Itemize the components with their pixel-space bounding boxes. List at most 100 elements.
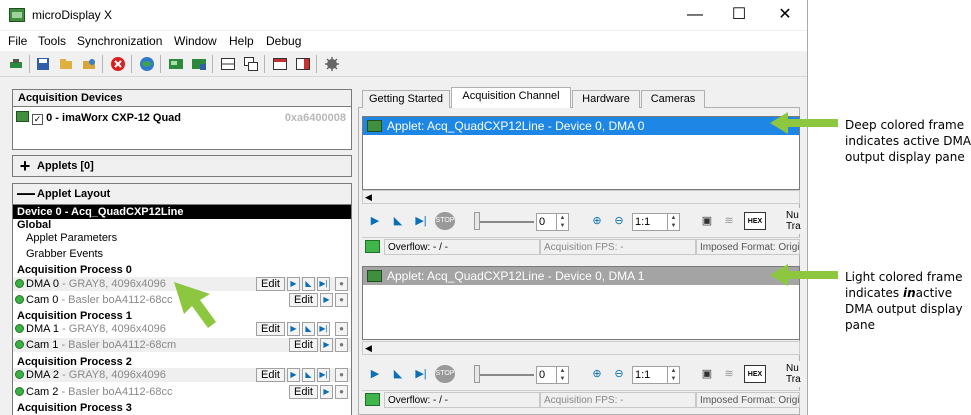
- layout-split-icon[interactable]: [218, 54, 237, 73]
- zoom-in-icon[interactable]: ⊕: [588, 365, 606, 383]
- tab-getting-started[interactable]: Getting Started: [362, 90, 450, 108]
- scroll-left-icon[interactable]: ◀: [365, 343, 372, 354]
- dma-2-stop-icon[interactable]: ●: [335, 368, 348, 382]
- dma-0-stop-icon[interactable]: ●: [335, 277, 348, 291]
- cam-0-play-icon[interactable]: ▶: [320, 293, 333, 307]
- dma-1-edit-button[interactable]: Edit: [256, 322, 285, 336]
- load-folder-icon[interactable]: [79, 54, 98, 73]
- collapse-minus-icon[interactable]: —: [17, 184, 35, 202]
- menu-tools[interactable]: Tools: [38, 34, 66, 48]
- dma-2-step-icon[interactable]: ◣: [302, 368, 315, 382]
- cam-2-play-icon[interactable]: ▶: [320, 385, 333, 399]
- menu-debug[interactable]: Debug: [266, 34, 301, 48]
- dma-0-next-frame-button[interactable]: ▶|: [412, 212, 430, 230]
- window-tile-icon[interactable]: [293, 54, 312, 73]
- dma-0-zoom-spinner[interactable]: 1:1 ▲ ▼: [632, 213, 680, 231]
- maximize-button[interactable]: ☐: [716, 0, 762, 30]
- tab-acquisition-channel[interactable]: Acquisition Channel: [451, 87, 571, 108]
- menu-help[interactable]: Help: [229, 34, 254, 48]
- dma-0-display-pane[interactable]: Applet: Acq_QuadCXP12Line - Device 0, DM…: [362, 116, 800, 190]
- dma-2-row[interactable]: DMA 2 - GRAY8, 4096x4096: [13, 368, 351, 382]
- dma-1-frame-spinner[interactable]: 0 ▲ ▼: [536, 366, 569, 384]
- debug-gear-icon[interactable]: [322, 54, 341, 73]
- dma-1-stop-button[interactable]: STOP: [435, 365, 455, 383]
- menu-file[interactable]: File: [8, 34, 27, 48]
- cam-2-stop-icon[interactable]: ●: [335, 385, 348, 399]
- layers-icon[interactable]: ≋: [720, 365, 738, 383]
- cam-2-edit-button[interactable]: Edit: [289, 385, 318, 399]
- zoom-out-icon[interactable]: ⊖: [610, 365, 628, 383]
- applet-layout-header[interactable]: — Applet Layout: [12, 183, 352, 205]
- dma-0-play-icon[interactable]: ▶: [287, 277, 300, 291]
- dma-0-edit-button[interactable]: Edit: [256, 277, 285, 291]
- tab-cameras[interactable]: Cameras: [641, 90, 705, 108]
- dma-2-edit-button[interactable]: Edit: [256, 368, 285, 382]
- dma-1-step-icon[interactable]: ◣: [302, 322, 315, 336]
- dma-0-step-icon[interactable]: ◣: [302, 277, 315, 291]
- device-tree-row[interactable]: Device 0 - Acq_QuadCXP12Line: [13, 205, 351, 219]
- dma-1-stop-icon[interactable]: ●: [335, 322, 348, 336]
- status-dot-icon: [15, 340, 24, 349]
- cam-0-edit-button[interactable]: Edit: [289, 293, 318, 307]
- cam-1-play-icon[interactable]: ▶: [320, 338, 333, 352]
- dma-2-next-icon[interactable]: ▶|: [317, 368, 330, 382]
- board-icon: [367, 270, 382, 282]
- dma-0-next-icon[interactable]: ▶|: [317, 277, 330, 291]
- dma-1-single-step-button[interactable]: ◣: [389, 365, 407, 383]
- monitor-icon[interactable]: ▣: [698, 365, 716, 383]
- dma-1-slider-thumb[interactable]: [474, 365, 480, 383]
- grabber-info-icon[interactable]: [189, 54, 208, 73]
- stop-icon[interactable]: [108, 54, 127, 73]
- scroll-left-icon[interactable]: ◀: [365, 192, 372, 203]
- cam-0-stop-icon[interactable]: ●: [335, 293, 348, 307]
- connect-icon[interactable]: [6, 54, 25, 73]
- dma-0-play-button[interactable]: ▶: [366, 212, 384, 230]
- device-checkbox[interactable]: ✓: [32, 114, 44, 125]
- dma-1-next-frame-button[interactable]: ▶|: [412, 365, 430, 383]
- grabber-icon[interactable]: [166, 54, 185, 73]
- dma-1-display-pane[interactable]: Applet: Acq_QuadCXP12Line - Device 0, DM…: [362, 266, 800, 340]
- applet-parameters-item[interactable]: Applet Parameters: [13, 231, 351, 245]
- hex-icon[interactable]: HEX: [744, 365, 766, 383]
- minimize-button[interactable]: —: [672, 0, 718, 30]
- dma-0-frame-spinner[interactable]: 0 ▲ ▼: [536, 213, 569, 231]
- cam-1-stop-icon[interactable]: ●: [335, 338, 348, 352]
- menu-window[interactable]: Window: [174, 34, 217, 48]
- device-row[interactable]: ✓ 0 - imaWorx CXP-12 Quad 0xa6400008: [16, 111, 350, 125]
- dma-0-slider-thumb[interactable]: [474, 212, 480, 230]
- zoom-in-icon[interactable]: ⊕: [588, 212, 606, 230]
- zoom-out-icon[interactable]: ⊖: [610, 212, 628, 230]
- dma-0-overflow: Overflow: - / -: [384, 239, 540, 255]
- globe-icon[interactable]: [137, 54, 156, 73]
- open-folder-icon[interactable]: [56, 54, 75, 73]
- dma-0-slider-track[interactable]: [474, 221, 534, 223]
- dma-1-play-button[interactable]: ▶: [366, 365, 384, 383]
- dma-0-fps: Acquisition FPS: -: [540, 239, 696, 255]
- dma-1-hscrollbar[interactable]: ◀: [362, 341, 800, 355]
- dma-0-single-step-button[interactable]: ◣: [389, 212, 407, 230]
- menu-synchronization[interactable]: Synchronization: [77, 34, 162, 48]
- dma-1-zoom-spinner[interactable]: 1:1 ▲ ▼: [632, 366, 680, 384]
- cam-1-edit-button[interactable]: Edit: [289, 338, 318, 352]
- dma-1-slider-track[interactable]: [474, 374, 534, 376]
- dma-0-hscrollbar[interactable]: ◀: [362, 190, 800, 204]
- hex-icon[interactable]: HEX: [744, 212, 766, 230]
- dma-1-next-icon[interactable]: ▶|: [317, 322, 330, 336]
- dma-1-play-icon[interactable]: ▶: [287, 322, 300, 336]
- menu-bar: File Tools Synchronization Window Help D…: [0, 31, 807, 51]
- close-button[interactable]: ✕: [762, 0, 807, 30]
- save-icon[interactable]: [33, 54, 52, 73]
- expand-plus-icon[interactable]: +: [17, 157, 33, 175]
- layout-cascade-icon[interactable]: [241, 54, 260, 73]
- layers-icon[interactable]: ≋: [720, 212, 738, 230]
- tab-hardware[interactable]: Hardware: [572, 90, 640, 108]
- status-cube-icon: [365, 240, 380, 253]
- grabber-events-item[interactable]: Grabber Events: [13, 247, 351, 261]
- window-red-icon[interactable]: [270, 54, 289, 73]
- dma-2-play-icon[interactable]: ▶: [287, 368, 300, 382]
- monitor-icon[interactable]: ▣: [698, 212, 716, 230]
- dma-0-pane-title: Applet: Acq_QuadCXP12Line - Device 0, DM…: [363, 117, 799, 135]
- dma-0-stop-button[interactable]: STOP: [435, 212, 455, 230]
- applets-header[interactable]: + Applets [0]: [12, 155, 352, 177]
- title-bar: microDisplay X — ☐ ✕: [0, 0, 807, 30]
